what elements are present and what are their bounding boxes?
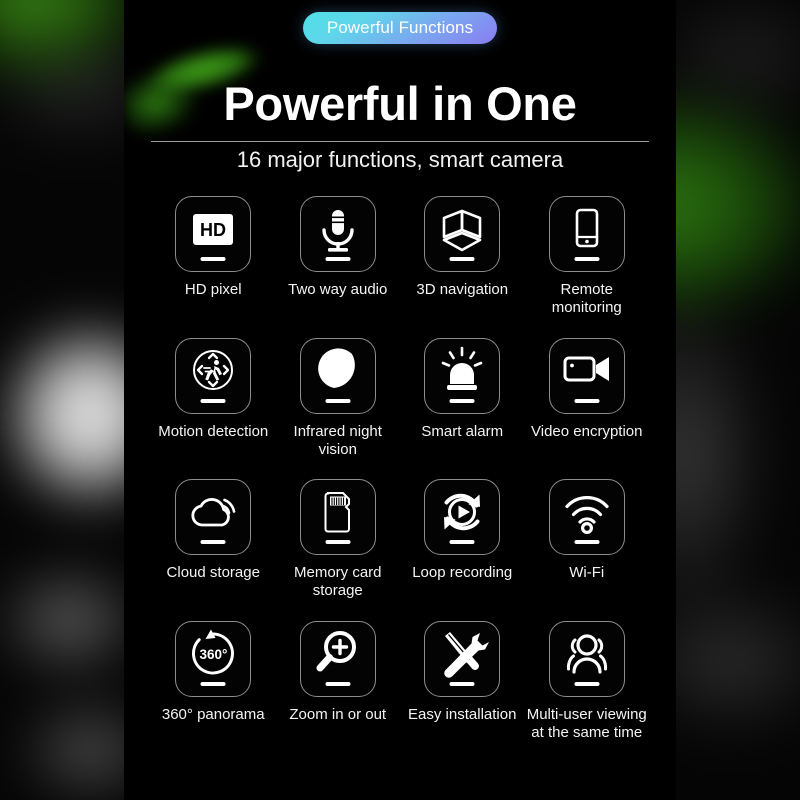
feature-tile <box>548 620 625 697</box>
motion-detection-icon <box>193 350 234 391</box>
feature-label: Wi-Fi <box>569 564 605 582</box>
feature-tile: 360° <box>175 620 252 697</box>
feature-tile <box>424 196 501 272</box>
feature-item-smart-alarm: Smart alarm <box>400 337 525 460</box>
page-subtitle: 16 major functions, smart camera <box>236 147 564 172</box>
feature-label: Remote monitoring <box>551 281 622 317</box>
badge-container: Powerful Functions <box>124 12 676 44</box>
cloud-wifi-icon <box>191 497 236 527</box>
smartphone-icon <box>575 208 599 247</box>
feature-tile <box>299 337 376 414</box>
wifi-icon <box>565 495 609 534</box>
feature-tile <box>424 620 501 697</box>
feature-label: Zoom in or out <box>289 705 387 723</box>
feature-item-hd-pixel: HD HD pixel <box>151 196 276 318</box>
feature-item-infrared-night-vision: Infrared night vision <box>276 337 401 460</box>
feature-label: 360° panorama <box>161 705 265 723</box>
feature-item-remote-monitoring: Remote monitoring <box>525 196 650 318</box>
feature-tile <box>424 337 501 414</box>
feature-item-3d-navigation: 3D navigation <box>400 196 525 318</box>
feature-label: Memory card storage <box>293 564 382 600</box>
feature-label: 3D navigation <box>416 281 509 298</box>
feature-item-wifi: Wi-Fi <box>525 479 650 601</box>
feature-label: HD pixel <box>184 281 242 298</box>
poster-image: Powerful Functions Powerful in One 16 ma… <box>0 0 800 800</box>
tools-icon <box>444 632 490 678</box>
moon-stars-icon <box>317 348 355 389</box>
microphone-icon <box>322 209 354 252</box>
video-camera-icon <box>563 356 609 382</box>
hd-pixel-icon: HD <box>193 213 234 245</box>
title-divider <box>151 141 649 142</box>
feature-tile <box>424 479 501 556</box>
memory-card-icon <box>324 491 350 533</box>
feature-item-zoom-in-or-out: Zoom in or out <box>276 620 401 743</box>
feature-tile <box>299 196 376 272</box>
feature-label: Motion detection <box>158 422 269 440</box>
cube-3d-icon <box>442 209 482 251</box>
feature-label: Video encryption <box>531 422 643 440</box>
feature-poster-panel: Powerful Functions Powerful in One 16 ma… <box>124 0 676 800</box>
feature-item-memory-card-storage: Memory card storage <box>276 479 401 601</box>
feature-grid: HD HD pixel Two way audio 3D navigation … <box>151 196 649 742</box>
feature-item-two-way-audio: Two way audio <box>276 196 401 318</box>
feature-label: Smart alarm <box>421 422 504 440</box>
feature-label: Multi-user viewing at the same time <box>526 705 647 742</box>
feature-item-cloud-storage: Cloud storage <box>151 479 276 601</box>
feature-tile <box>299 620 376 697</box>
feature-tile <box>548 196 625 272</box>
panorama-360-icon: 360° <box>192 629 235 675</box>
powerful-functions-badge: Powerful Functions <box>302 12 498 44</box>
feature-label: Loop recording <box>412 564 513 582</box>
feature-label: Cloud storage <box>166 564 260 582</box>
feature-tile <box>299 479 376 556</box>
feature-tile: HD <box>175 196 252 272</box>
feature-item-360-panorama: 360° 360° panorama <box>151 620 276 743</box>
feature-item-easy-installation: Easy installation <box>400 620 525 743</box>
feature-tile <box>548 479 625 556</box>
page-title: Powerful in One <box>223 77 577 130</box>
alarm-siren-icon <box>441 346 483 391</box>
feature-tile <box>175 479 252 556</box>
feature-item-loop-recording: Loop recording <box>400 479 525 601</box>
panorama-glyph-label: 360° <box>200 647 228 662</box>
magnifier-plus-icon <box>316 631 356 672</box>
feature-item-motion-detection: Motion detection <box>151 337 276 460</box>
feature-item-multi-user-viewing: Multi-user viewing at the same time <box>525 620 650 743</box>
feature-label: Two way audio <box>288 281 388 298</box>
hd-glyph-label: HD <box>200 220 226 240</box>
feature-label: Infrared night vision <box>293 422 382 458</box>
multi-user-icon <box>566 634 607 674</box>
loop-recording-icon <box>444 493 481 530</box>
feature-item-video-encryption: Video encryption <box>525 337 650 460</box>
feature-tile <box>548 337 625 414</box>
feature-tile <box>175 337 252 414</box>
feature-label: Easy installation <box>408 705 517 723</box>
